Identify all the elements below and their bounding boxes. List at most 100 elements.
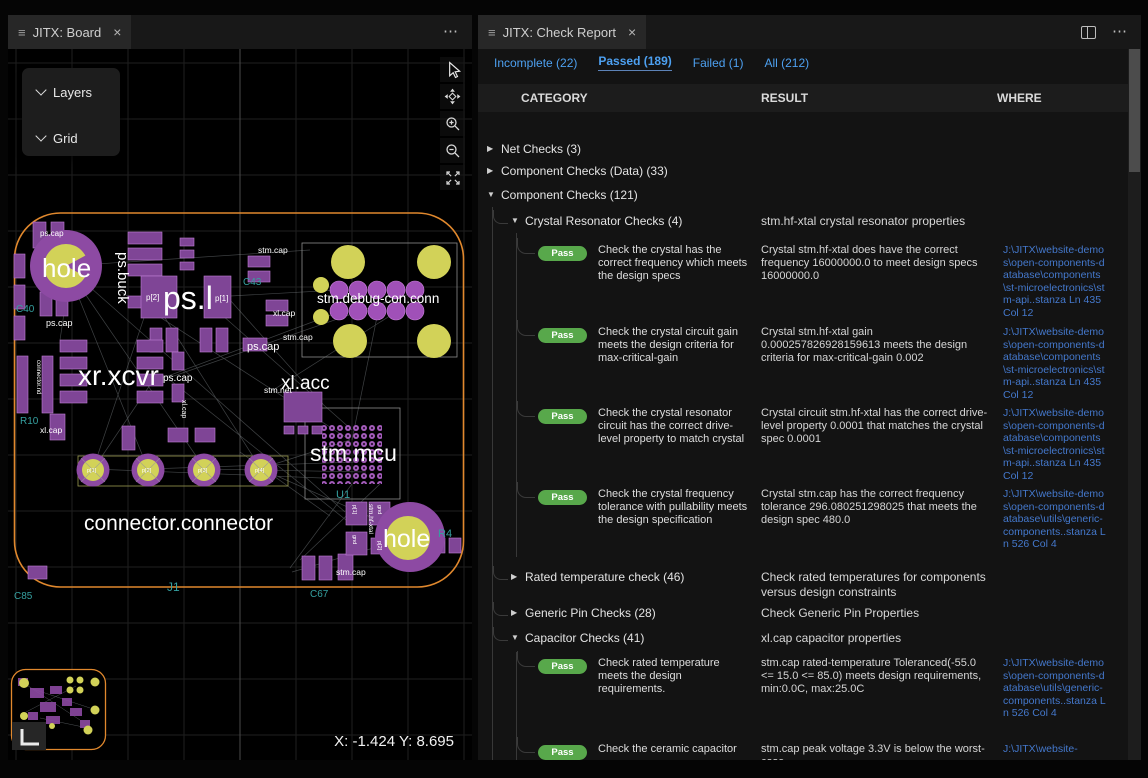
scrollbar-track[interactable] (1128, 49, 1141, 760)
label-stm-cap-b: stm.cap (283, 332, 313, 342)
check-where-link[interactable]: J:\JITX\website-demos\open-components-da… (1003, 244, 1107, 320)
check-description: Check the crystal circuit gain meets the… (598, 326, 748, 366)
column-where: WHERE (997, 91, 1042, 105)
chevron-down-icon (35, 84, 46, 95)
chevron-right-icon[interactable]: ▶ (511, 568, 525, 581)
zoom-fit-icon[interactable] (440, 165, 465, 190)
status-badge-pass: Pass (538, 246, 587, 261)
label-xr-xcvr: xr.xcvr (78, 360, 159, 391)
filter-all[interactable]: All (212) (764, 56, 809, 70)
filter-failed[interactable]: Failed (1) (693, 56, 744, 70)
view-options-overlay: Layers Grid (22, 68, 120, 156)
label-conn-p4: p[4] (255, 468, 265, 474)
label-stm-net: stm.net (264, 385, 293, 395)
tab-jitx-check-report[interactable]: ≡ JITX: Check Report × (478, 15, 646, 49)
label-ps-cap-d: ps.cap (40, 229, 64, 238)
chevron-down-icon (35, 130, 46, 141)
group-label: Generic Pin Checks (28) (525, 604, 656, 620)
check-row: Pass Check rated temperature meets the d… (478, 657, 1128, 737)
board-minimap[interactable] (10, 668, 108, 754)
scrollbar-thumb[interactable] (1129, 49, 1140, 172)
connector-pads (77, 454, 278, 487)
label-ps-l: ps.l (163, 280, 213, 316)
tree-connector (517, 401, 535, 417)
group-result: stm.hf-xtal crystal resonator properties (761, 214, 993, 229)
board-toolbar (440, 57, 465, 190)
check-result: Crystal stm.cap has the correct frequenc… (761, 488, 989, 528)
pan-move-icon[interactable] (440, 84, 465, 109)
tab-title: JITX: Board (33, 25, 102, 40)
group-row-capacitor-checks[interactable]: ▼ Capacitor Checks (41) xl.cap capacitor… (478, 629, 1128, 653)
label-connector-nd: connector.nd (35, 360, 41, 394)
check-where-link[interactable]: J:\JITX\website-demos\open-components-da… (1003, 326, 1107, 402)
check-where-link[interactable]: J:\JITX\website-demos\open-components-da… (1003, 488, 1107, 551)
group-row-component-checks-data[interactable]: ▶ Component Checks (Data) (33) (478, 162, 1128, 186)
label-ps-cap-b: ps.cap (163, 373, 193, 384)
label-xl-cap-a: xl.cap (273, 308, 295, 318)
label-r4: R4 (438, 528, 452, 540)
group-label: Component Checks (Data) (33) (501, 162, 668, 178)
group-row-generic-pin[interactable]: ▶ Generic Pin Checks (28) Check Generic … (478, 604, 1128, 629)
close-icon[interactable]: × (113, 24, 121, 40)
chevron-down-icon[interactable]: ▼ (511, 212, 525, 225)
check-where-link[interactable]: J:\JITX\website- (1003, 743, 1107, 756)
label-xtal-gnd1: gnd (376, 505, 382, 514)
tab-jitx-board[interactable]: ≡ JITX: Board × (8, 15, 131, 49)
group-row-component-checks[interactable]: ▼ Component Checks (121) (478, 186, 1128, 210)
chevron-down-icon[interactable]: ▼ (511, 629, 525, 642)
split-editor-icon[interactable] (1081, 26, 1096, 39)
label-stm-hf-xtal: stm.hf-xtal (367, 504, 374, 535)
label-conn-p1: p[1] (87, 468, 97, 474)
check-where-link[interactable]: J:\JITX\website-demos\open-components-da… (1003, 657, 1107, 720)
report-tabbar: ≡ JITX: Check Report × ⋯ (478, 15, 1141, 49)
label-r10: R10 (20, 416, 39, 427)
label-c43: C43 (243, 277, 262, 288)
check-description: Check the crystal frequency tolerance wi… (598, 488, 748, 528)
check-description: Check the crystal has the correct freque… (598, 244, 748, 284)
check-result: stm.cap peak voltage 3.3V is below the w… (761, 743, 989, 760)
tree-connector (493, 210, 508, 224)
zoom-out-icon[interactable] (440, 138, 465, 163)
group-row-crystal-resonator[interactable]: ▼ Crystal Resonator Checks (4) stm.hf-xt… (478, 212, 1128, 238)
group-row-net-checks[interactable]: ▶ Net Checks (3) (478, 140, 1128, 162)
chevron-down-icon[interactable]: ▼ (487, 186, 501, 199)
grid-toggle[interactable]: Grid (22, 103, 120, 149)
status-badge-pass: Pass (538, 409, 587, 424)
close-icon[interactable]: × (628, 24, 636, 40)
label-p2: p[2] (146, 293, 159, 302)
group-label: Rated temperature check (46) (525, 568, 684, 584)
report-table-body: ▶ Net Checks (3) ▶ Component Checks (Dat… (478, 136, 1128, 760)
label-c85: C85 (14, 591, 33, 602)
tab-title: JITX: Check Report (503, 25, 616, 40)
tree-connector (517, 651, 535, 667)
label-conn-p3: p[3] (198, 468, 208, 474)
label-stm-cap-a: stm.cap (258, 245, 288, 255)
grid-label: Grid (53, 131, 78, 146)
label-debug-conn: stm.debug-con.conn (317, 291, 439, 306)
select-cursor-icon[interactable] (440, 57, 465, 82)
filter-incomplete[interactable]: Incomplete (22) (494, 56, 577, 70)
report-lines-icon: ≡ (488, 25, 496, 40)
check-result: Crystal stm.hf-xtal does have the correc… (761, 244, 989, 284)
filter-passed[interactable]: Passed (189) (598, 54, 671, 71)
check-row: Pass Check the crystal circuit gain meet… (478, 326, 1128, 407)
chevron-right-icon[interactable]: ▶ (487, 140, 501, 153)
group-row-rated-temperature[interactable]: ▶ Rated temperature check (46) Check rat… (478, 568, 1128, 604)
more-actions-icon[interactable]: ⋯ (443, 27, 460, 37)
zoom-in-icon[interactable] (440, 111, 465, 136)
label-stm-cap-c: stm.cap (336, 567, 366, 577)
label-xl-cap-c: xl.cap (180, 400, 187, 418)
group-result: Check Generic Pin Properties (761, 606, 993, 621)
layers-toggle[interactable]: Layers (22, 68, 120, 103)
check-where-link[interactable]: J:\JITX\website-demos\open-components-da… (1003, 407, 1107, 483)
tree-connector (493, 566, 508, 580)
check-result: Crystal circuit stm.hf-xtal has the corr… (761, 407, 989, 447)
chevron-right-icon[interactable]: ▶ (511, 604, 525, 617)
chevron-right-icon[interactable]: ▶ (487, 162, 501, 175)
label-xtal-gnd2: gnd (351, 535, 357, 544)
more-actions-icon[interactable]: ⋯ (1112, 27, 1129, 37)
column-category: CATEGORY (521, 91, 588, 105)
board-canvas[interactable]: hole ps.buck ps.l p[2] p[1] stm.debug-co… (8, 49, 472, 760)
label-xl-cap-b: xl.cap (40, 425, 62, 435)
label-ps-buck: ps.buck (114, 252, 131, 304)
